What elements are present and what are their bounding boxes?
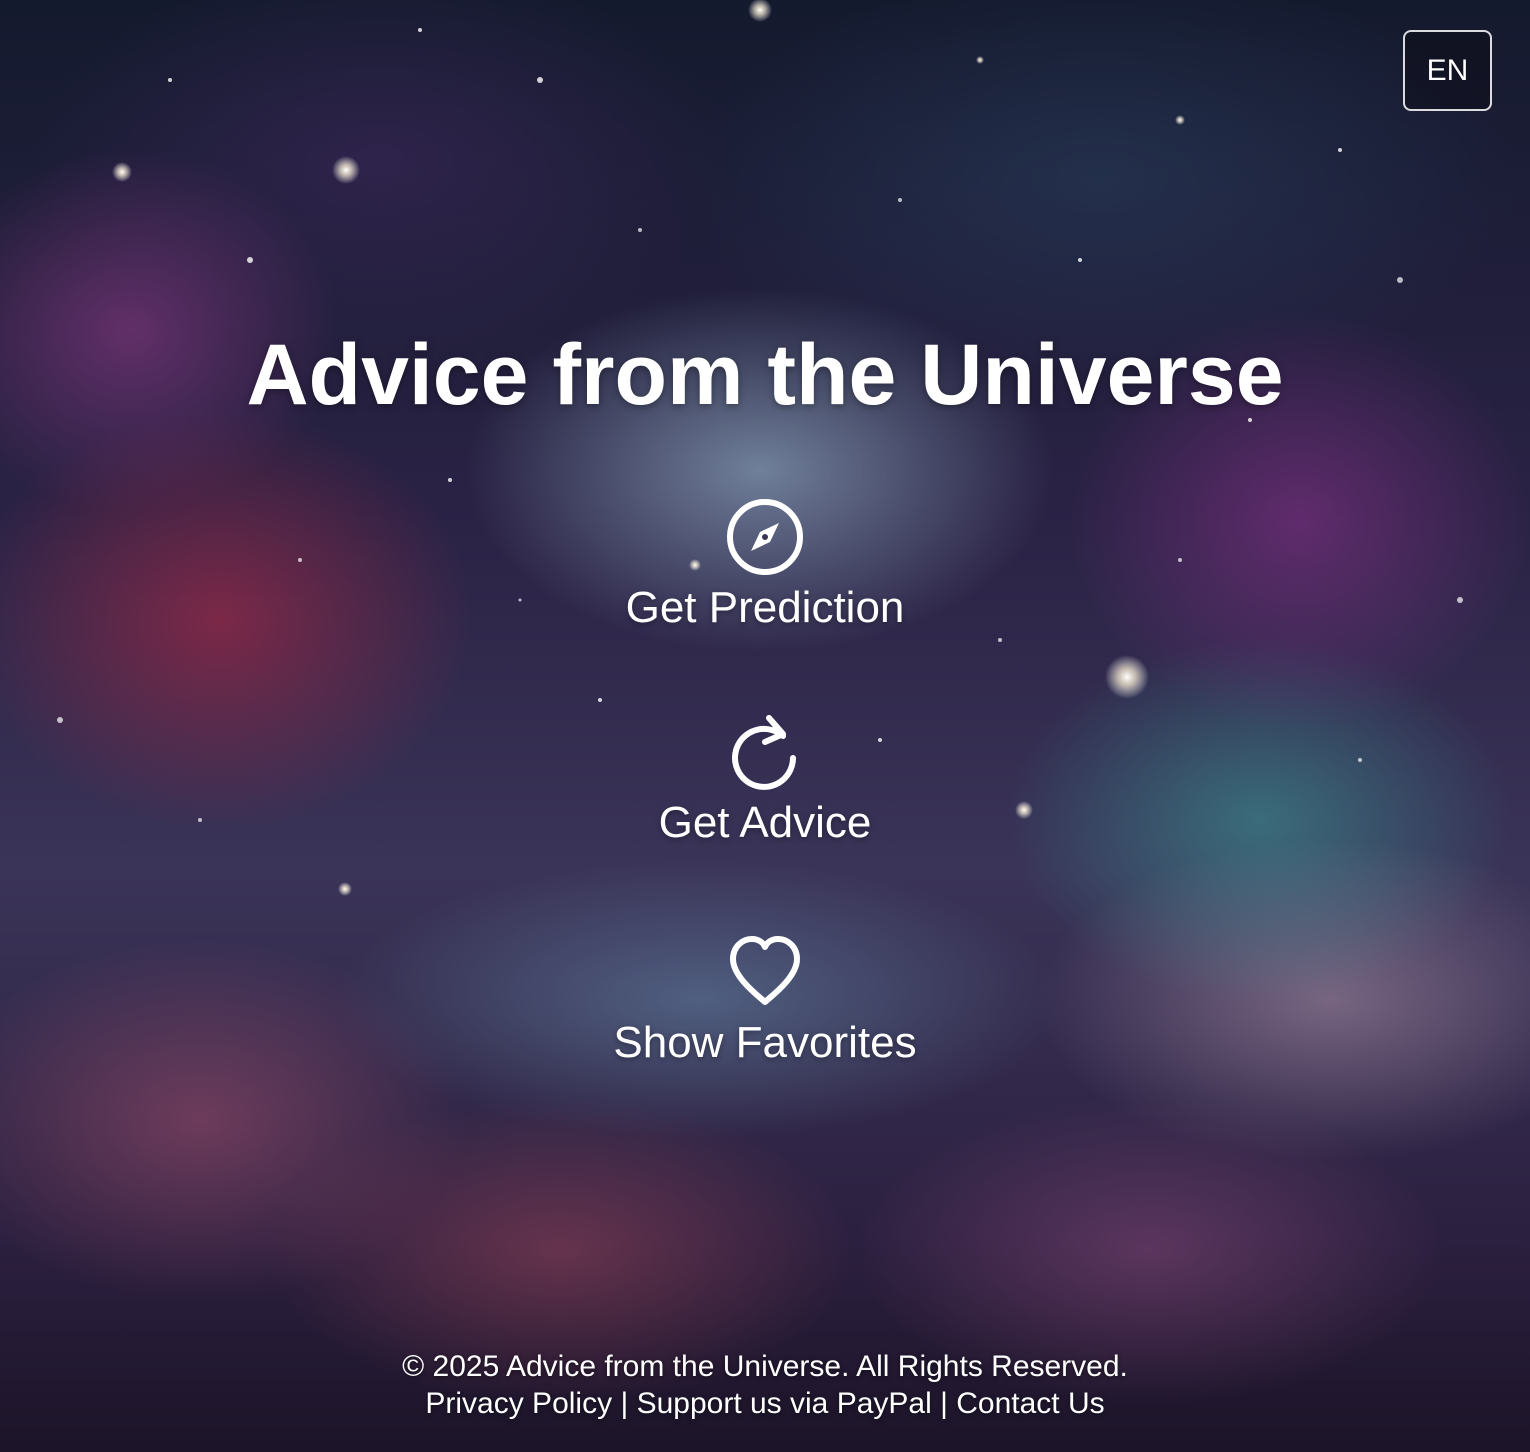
contact-us-link[interactable]: Contact Us bbox=[956, 1387, 1104, 1420]
paypal-support-link[interactable]: Support us via PayPal bbox=[637, 1387, 932, 1420]
language-button[interactable]: EN bbox=[1403, 30, 1492, 111]
get-prediction-label: Get Prediction bbox=[625, 583, 905, 632]
get-advice-button[interactable]: Get Advice bbox=[565, 712, 965, 848]
show-favorites-button[interactable]: Show Favorites bbox=[565, 932, 965, 1068]
heart-icon bbox=[730, 936, 800, 1005]
footer-separator: | bbox=[940, 1387, 957, 1420]
show-favorites-label: Show Favorites bbox=[613, 1018, 917, 1067]
page-title: Advice from the Universe bbox=[246, 327, 1284, 423]
privacy-policy-link[interactable]: Privacy Policy bbox=[425, 1387, 612, 1420]
refresh-icon bbox=[732, 715, 796, 790]
copyright-text: © 2025 Advice from the Universe. All Rig… bbox=[402, 1350, 1128, 1383]
get-advice-label: Get Advice bbox=[658, 798, 872, 847]
compass-icon bbox=[727, 499, 803, 575]
footer-separator: | bbox=[620, 1387, 637, 1420]
get-prediction-button[interactable]: Get Prediction bbox=[565, 497, 965, 633]
footer: © 2025 Advice from the Universe. All Rig… bbox=[0, 1348, 1530, 1422]
footer-links: Privacy Policy | Support us via PayPal |… bbox=[0, 1385, 1530, 1422]
